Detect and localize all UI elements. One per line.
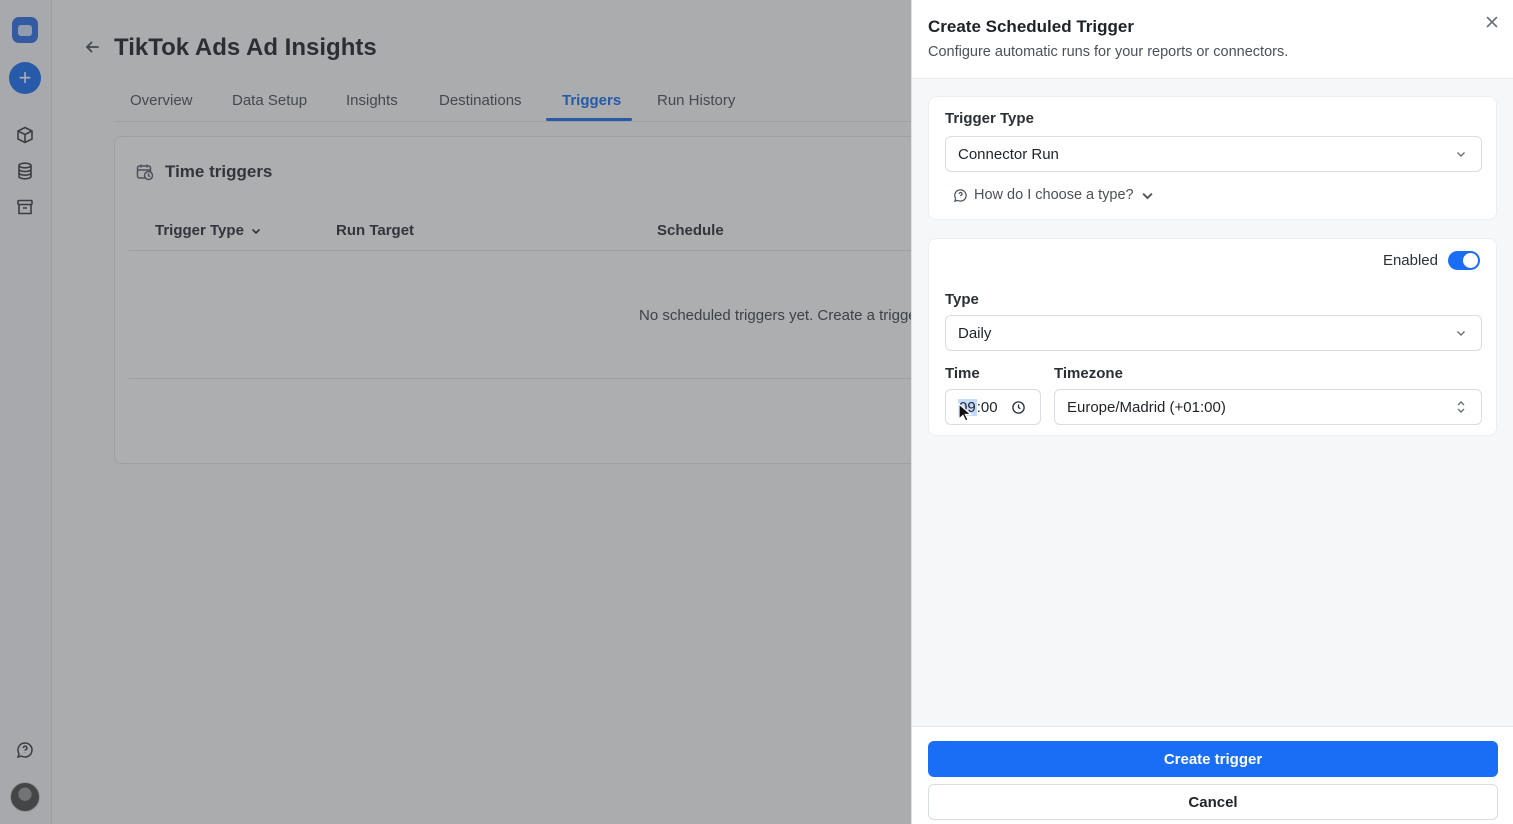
create-trigger-button[interactable]: Create trigger [928, 741, 1498, 777]
panel-subtitle: Configure automatic runs for your report… [928, 44, 1289, 60]
panel-title: Create Scheduled Trigger [928, 17, 1134, 36]
chevron-down-icon [1457, 331, 1465, 336]
time-minute-segment[interactable]: :00 [977, 399, 998, 416]
schedule-type-label: Type [945, 291, 979, 308]
chevron-down-icon [1457, 152, 1465, 157]
chevron-down-icon [1142, 192, 1153, 199]
time-label: Time [945, 365, 980, 382]
app-root: + TikTok Ads Ad Insights Overview Data S… [0, 0, 1513, 824]
modal-backdrop[interactable] [0, 0, 912, 824]
trigger-type-value: Connector Run [958, 145, 1059, 163]
enabled-toggle[interactable] [1448, 251, 1480, 270]
cancel-button[interactable]: Cancel [928, 784, 1498, 820]
trigger-type-select[interactable]: Connector Run [945, 136, 1482, 172]
schedule-section: Enabled Type Daily Time Timezone 09:00 E… [928, 238, 1497, 436]
timezone-label: Timezone [1054, 365, 1123, 382]
trigger-type-section: Trigger Type Connector Run How do I choo… [928, 96, 1497, 220]
enabled-label: Enabled [1382, 252, 1438, 269]
schedule-type-select[interactable]: Daily [945, 315, 1482, 351]
panel-footer: Create trigger Cancel [912, 726, 1513, 824]
toggle-knob [1463, 253, 1478, 268]
help-chat-icon [953, 188, 967, 202]
clock-icon[interactable] [1011, 400, 1026, 415]
up-down-chevron-icon [1457, 401, 1465, 413]
trigger-type-label: Trigger Type [945, 110, 1034, 127]
enabled-toggle-row: Enabled [1383, 251, 1480, 270]
timezone-value: Europe/Madrid (+01:00) [1067, 398, 1226, 416]
timezone-select[interactable]: Europe/Madrid (+01:00) [1054, 389, 1482, 425]
schedule-type-value: Daily [958, 324, 992, 342]
close-icon[interactable] [1484, 14, 1500, 30]
help-choose-type-link[interactable]: How do I choose a type? [953, 187, 1155, 203]
mouse-cursor-icon [958, 402, 973, 423]
panel-header: Create Scheduled Trigger Configure autom… [912, 0, 1513, 79]
create-trigger-panel: Create Scheduled Trigger Configure autom… [911, 0, 1513, 824]
